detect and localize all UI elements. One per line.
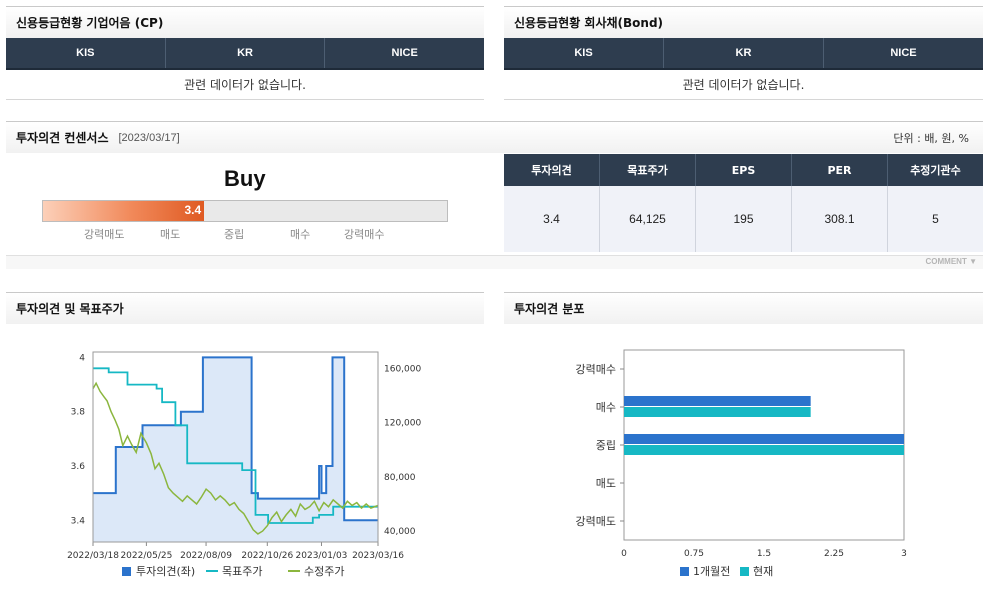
legend-label-target-price: 목표주가 [222,565,262,578]
gauge-scale-neutral: 중립 [224,228,245,241]
opinion-distribution-title: 투자의견 분포 [514,302,585,316]
column-header-analyst-count: 추정기관수 [910,164,961,177]
y-left-tick-label: 3.8 [71,408,86,418]
chevron-down-icon: ▼ [969,257,977,266]
bar-x-tick-label: 0.75 [684,549,704,559]
credit-bond-table-header: KIS KR NICE [504,38,983,70]
legend-label-month-ago: 1개월전 [693,565,730,578]
credit-cp-empty-message: 관련 데이터가 없습니다. [6,70,484,100]
comment-toggle[interactable]: COMMENT ▼ [6,255,983,269]
bar-month-ago [624,396,811,406]
opinion-distribution-header: 투자의견 분포 [504,292,983,324]
opinion-target-chart-title: 투자의견 및 목표주가 [16,302,124,316]
consensus-table-header: 투자의견 목표주가 EPS PER 추정기관수 [504,154,983,186]
bar-category-label: 중립 [596,439,616,452]
bar-category-label: 매수 [596,401,616,414]
legend-marker-opinion [122,567,131,576]
comment-toggle-label: COMMENT ▼ [926,257,977,266]
bar-current [624,445,904,455]
comment-label: COMMENT [925,257,967,266]
bar-current [624,407,811,417]
credit-cp-table-header: KIS KR NICE [6,38,484,70]
gauge-scale-strong-sell: 강력매도 [84,228,125,241]
cell-per: 308.1 [792,186,888,252]
column-header-target-price: 목표주가 [600,154,696,186]
gauge-scale-buy: 매수 [290,228,311,241]
gauge-scale-strong-buy: 강력매수 [344,228,385,241]
bar-x-tick-label: 1.5 [757,549,771,559]
consensus-title: 투자의견 컨센서스 [16,131,109,145]
cell-eps: 195 [696,186,792,252]
x-tick-label: 2022/05/25 [120,551,172,561]
bar-x-tick-label: 0 [621,549,627,559]
credit-bond-header: 신용등급현황 회사채(Bond) [504,6,983,38]
column-header-per: PER [792,154,888,186]
legend-marker-current [740,567,749,576]
bar-category-label: 강력매도 [576,515,616,528]
bar-month-ago [624,434,904,444]
column-header-kr: KR [664,38,824,68]
cell-opinion: 3.4 [504,186,600,252]
opinion-distribution-chart: 0 0.75 1.5 2.25 3 강력매수매수중립매도강력매도 1개월전 현재 [576,349,907,578]
opinion-target-chart-header: 투자의견 및 목표주가 [6,292,484,324]
credit-bond-title: 신용등급현황 회사채(Bond) [514,16,664,30]
gauge-scale-sell: 매도 [160,228,181,241]
x-tick-label: 2022/08/09 [180,551,232,561]
column-header-nice: NICE [890,47,917,59]
x-tick-label: 2022/03/18 [67,551,119,561]
cell-target-price: 64,125 [600,186,696,252]
opinion-gauge: 3.4 [42,200,448,222]
y-left-tick-label: 4 [79,353,85,363]
y-left-tick-label: 3.4 [71,516,86,526]
bar-category-label: 강력매수 [576,363,616,376]
y-right-tick-label: 120,000 [384,419,421,429]
column-header-eps: EPS [696,154,792,186]
x-tick-label: 2023/03/16 [352,551,404,561]
column-header-nice: NICE [391,47,418,59]
column-header-kis: KIS [504,38,664,68]
column-header-opinion: 투자의견 [504,154,600,186]
y-left-tick-label: 3.6 [71,462,86,472]
bar-x-tick-label: 2.25 [824,549,844,559]
column-header-kr: KR [166,38,326,68]
y-right-tick-label: 160,000 [384,364,421,374]
consensus-header: 투자의견 컨센서스 [2023/03/17] 단위 : 배, 원, % [6,121,983,153]
credit-cp-header: 신용등급현황 기업어음 (CP) [6,6,484,38]
credit-cp-title: 신용등급현황 기업어음 (CP) [16,16,164,30]
y-right-tick-label: 40,000 [384,527,416,537]
column-header-kis: KIS [6,38,166,68]
x-tick-label: 2023/01/03 [296,551,348,561]
y-right-tick-label: 80,000 [384,473,416,483]
bar-x-tick-label: 3 [901,549,907,559]
table-row: 3.4 64,125 195 308.1 5 [504,186,983,252]
credit-bond-empty-message: 관련 데이터가 없습니다. [504,70,983,100]
consensus-date: [2023/03/17] [118,131,180,144]
x-tick-label: 2022/10/26 [241,551,293,561]
gauge-value: 3.4 [184,203,202,217]
gauge-fill: 3.4 [43,201,205,221]
bar-category-label: 매도 [596,477,616,490]
gauge-opinion-label: Buy [224,166,266,191]
opinion-target-price-chart: 2022/03/18 2022/05/25 2022/08/09 2022/10/26… [67,351,421,578]
legend-marker-month-ago [680,567,689,576]
legend-label-current: 현재 [753,565,773,578]
cell-analyst-count: 5 [932,212,939,226]
consensus-unit: 단위 : 배, 원, % [893,131,969,145]
legend-label-adjusted-price: 수정주가 [304,565,344,578]
legend-label-opinion: 투자의견(좌) [136,565,195,578]
